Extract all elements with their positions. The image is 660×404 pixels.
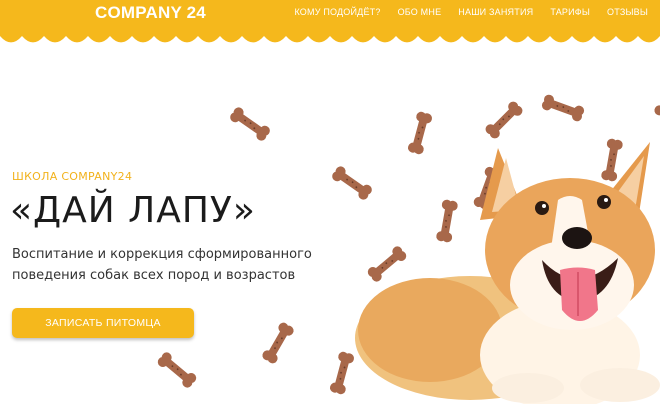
nav-item-our-classes[interactable]: НАШИ ЗАНЯТИЯ — [458, 7, 533, 17]
dog-nose — [562, 227, 592, 249]
hero-subtitle: Воспитание и коррекция сформированного п… — [12, 244, 342, 286]
nav-item-reviews[interactable]: ОТЗЫВЫ — [607, 7, 648, 17]
bone-icon — [157, 352, 197, 388]
logo[interactable]: COMPANY 24 — [95, 3, 206, 23]
bone-icon — [541, 94, 585, 122]
hero-title: «ДАЙ ЛАПУ» — [10, 190, 256, 231]
dog-back — [358, 278, 502, 382]
nav-item-pricing[interactable]: ТАРИФЫ — [550, 7, 590, 17]
dog-eye-right — [597, 195, 611, 209]
site-header: COMPANY 24 КОМУ ПОДОЙДЁТ? ОБО МНЕ НАШИ З… — [0, 0, 660, 48]
main-nav: КОМУ ПОДОЙДЁТ? ОБО МНЕ НАШИ ЗАНЯТИЯ ТАРИ… — [294, 7, 648, 17]
nav-item-who-suits[interactable]: КОМУ ПОДОЙДЁТ? — [294, 7, 380, 17]
corgi-dog-illustration — [355, 142, 660, 404]
bone-icon — [654, 83, 660, 119]
nav-item-about-me[interactable]: ОБО МНЕ — [398, 7, 442, 17]
hero-subtitle-line1: Воспитание и коррекция сформированного — [12, 247, 312, 262]
hero-eyebrow: ШКОЛА COMPANY24 — [12, 170, 133, 183]
enroll-pet-button[interactable]: ЗАПИСАТЬ ПИТОМЦА — [12, 308, 194, 338]
bone-icon — [230, 107, 270, 141]
hero-subtitle-line2: поведения собак всех пород и возрастов — [12, 268, 296, 283]
dog-paw-left — [492, 373, 564, 403]
bone-icon — [262, 322, 294, 364]
dog-eye-left — [535, 201, 549, 215]
dog-paw-right — [580, 368, 660, 402]
